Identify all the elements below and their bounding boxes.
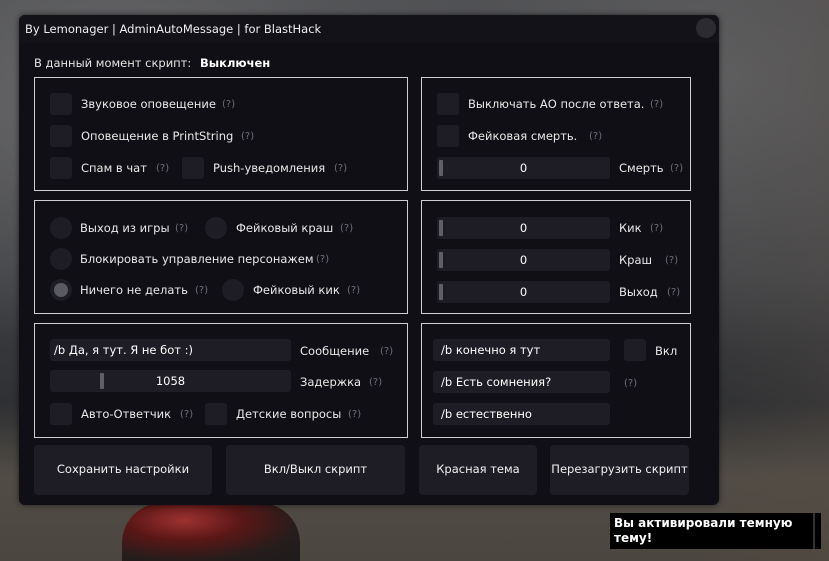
red-theme-label: Красная тема xyxy=(436,462,520,476)
disable-ao-label: Выключать АО после ответа. xyxy=(468,97,645,111)
theme-notification: Вы активировали темную тему! xyxy=(610,513,813,549)
game-character-background xyxy=(122,503,300,561)
delay-slider[interactable]: 1058 xyxy=(50,370,291,392)
printstring-alert-label: Оповещение в PrintString xyxy=(81,129,234,143)
help-icon[interactable]: (?) xyxy=(222,99,235,110)
action-select-panel: Выход из игры (?) Фейковый краш (?) Блок… xyxy=(34,200,408,314)
push-notifications-label: Push-уведомления xyxy=(213,161,326,175)
save-settings-button[interactable]: Сохранить настройки xyxy=(34,445,212,495)
exit-game-label: Выход из игры xyxy=(80,221,170,235)
exit-game-radio[interactable] xyxy=(50,217,72,239)
crash-slider-value: 0 xyxy=(519,253,528,267)
kick-slider[interactable]: 0 xyxy=(437,217,610,239)
push-notifications-checkbox[interactable] xyxy=(182,157,204,179)
kick-slider-value: 0 xyxy=(519,221,528,235)
answers-panel: /b конечно я тут Вкл /b Есть сомнения? (… xyxy=(421,323,691,438)
toggle-script-button[interactable]: Вкл/Выкл скрипт xyxy=(226,445,405,495)
help-icon[interactable]: (?) xyxy=(369,377,382,388)
answer1-input-text: /b конечно я тут xyxy=(441,343,541,357)
fake-death-checkbox[interactable] xyxy=(437,125,459,147)
block-control-radio[interactable] xyxy=(50,248,72,270)
window-title: By Lemonager | AdminAutoMessage | for Bl… xyxy=(25,22,322,36)
auto-answer-checkbox[interactable] xyxy=(50,403,72,425)
help-icon[interactable]: (?) xyxy=(334,163,347,174)
window-titlebar[interactable]: By Lemonager | AdminAutoMessage | for Bl… xyxy=(19,15,719,43)
exit-slider[interactable]: 0 xyxy=(437,281,610,303)
notification-edge xyxy=(813,513,821,549)
help-icon[interactable]: (?) xyxy=(667,287,680,298)
answers-enable-checkbox[interactable] xyxy=(624,339,646,361)
answer2-input-text: /b Есть сомнения? xyxy=(441,375,552,389)
close-button[interactable] xyxy=(696,18,716,38)
sound-alert-label: Звуковое оповещение xyxy=(81,97,216,111)
crash-label: Краш xyxy=(619,253,653,267)
save-settings-label: Сохранить настройки xyxy=(56,462,190,476)
status-value: Выключен xyxy=(200,56,271,70)
printstring-alert-checkbox[interactable] xyxy=(50,125,72,147)
kids-questions-checkbox[interactable] xyxy=(205,403,227,425)
death-slider[interactable]: 0 xyxy=(437,157,610,179)
exit-label: Выход xyxy=(619,285,658,299)
game-scene-shading xyxy=(700,0,829,561)
help-icon[interactable]: (?) xyxy=(175,223,188,234)
status-label: В данный момент скрипт: xyxy=(34,56,192,70)
red-theme-button[interactable]: Красная тема xyxy=(419,445,537,495)
delay-slider-value: 1058 xyxy=(155,374,186,388)
auto-reply-panel: /b Да, я тут. Я не бот :) Сообщение (?) … xyxy=(34,323,408,438)
reload-script-label: Перезагрузить скрипт xyxy=(551,462,688,476)
kids-questions-label: Детские вопросы xyxy=(236,407,342,421)
help-icon[interactable]: (?) xyxy=(650,99,663,110)
help-icon[interactable]: (?) xyxy=(380,346,393,357)
message-label: Сообщение xyxy=(300,344,370,358)
admin-options-panel: Выключать АО после ответа. (?) Фейковая … xyxy=(421,77,691,191)
answers-enable-label: Вкл xyxy=(655,344,678,358)
help-icon[interactable]: (?) xyxy=(347,285,360,296)
help-icon[interactable]: (?) xyxy=(156,163,169,174)
reload-script-button[interactable]: Перезагрузить скрипт xyxy=(550,445,689,495)
delay-sliders-panel: 0 Кик (?) 0 Краш (?) 0 Выход (?) xyxy=(421,200,691,314)
help-icon[interactable]: (?) xyxy=(180,409,193,420)
death-label: Смерть xyxy=(619,161,664,175)
disable-ao-checkbox[interactable] xyxy=(437,93,459,115)
notifications-panel: Звуковое оповещение (?) Оповещение в Pri… xyxy=(34,77,408,191)
exit-slider-value: 0 xyxy=(519,285,528,299)
help-icon[interactable]: (?) xyxy=(316,254,329,265)
fake-death-label: Фейковая смерть. xyxy=(468,129,578,143)
message-input[interactable]: /b Да, я тут. Я не бот :) xyxy=(50,339,291,361)
chat-spam-checkbox[interactable] xyxy=(50,157,72,179)
help-icon[interactable]: (?) xyxy=(348,409,361,420)
fake-crash-radio[interactable] xyxy=(205,217,227,239)
sound-alert-checkbox[interactable] xyxy=(50,93,72,115)
block-control-label: Блокировать управление персонажем xyxy=(80,252,314,266)
delay-label: Задержка xyxy=(300,375,362,389)
help-icon[interactable]: (?) xyxy=(241,131,254,142)
answer3-input[interactable]: /b естественно xyxy=(433,403,610,425)
crash-slider[interactable]: 0 xyxy=(437,249,610,271)
help-icon[interactable]: (?) xyxy=(650,223,663,234)
help-icon[interactable]: (?) xyxy=(195,285,208,296)
help-icon[interactable]: (?) xyxy=(624,378,637,389)
do-nothing-label: Ничего не делать xyxy=(80,283,188,297)
fake-kick-radio[interactable] xyxy=(222,279,244,301)
help-icon[interactable]: (?) xyxy=(665,255,678,266)
help-icon[interactable]: (?) xyxy=(670,163,683,174)
chat-spam-label: Спам в чат xyxy=(81,161,147,175)
kick-label: Кик xyxy=(619,221,642,235)
script-status: В данный момент скрипт: Выключен xyxy=(34,56,270,70)
death-slider-value: 0 xyxy=(519,161,528,175)
do-nothing-radio[interactable] xyxy=(50,279,72,301)
help-icon[interactable]: (?) xyxy=(589,131,602,142)
fake-kick-label: Фейковый кик xyxy=(253,283,340,297)
fake-crash-label: Фейковый краш xyxy=(236,221,334,235)
toggle-script-label: Вкл/Выкл скрипт xyxy=(263,462,368,476)
answer2-input[interactable]: /b Есть сомнения? xyxy=(433,371,610,393)
help-icon[interactable]: (?) xyxy=(340,223,353,234)
theme-notification-text: Вы активировали темную тему! xyxy=(614,516,793,545)
admin-auto-message-window: By Lemonager | AdminAutoMessage | for Bl… xyxy=(19,15,719,505)
message-input-text: /b Да, я тут. Я не бот :) xyxy=(54,343,193,357)
answer3-input-text: /b естественно xyxy=(441,407,532,421)
answer1-input[interactable]: /b конечно я тут xyxy=(433,339,610,361)
auto-answer-label: Авто-Ответчик xyxy=(81,407,172,421)
